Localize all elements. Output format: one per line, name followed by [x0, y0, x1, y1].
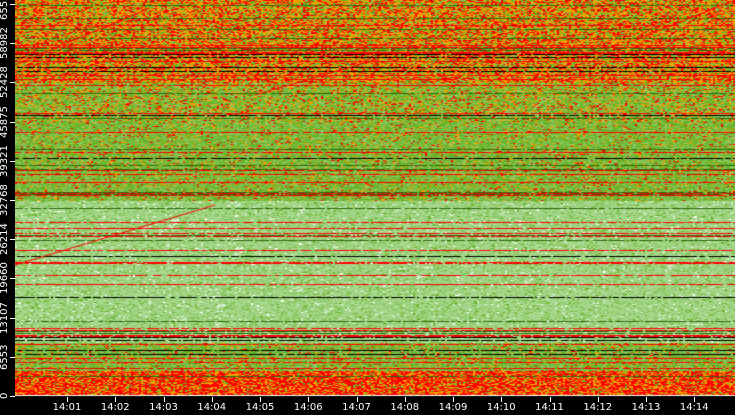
y-tick	[10, 82, 15, 83]
x-tick-label: 14:07	[342, 402, 371, 413]
y-tick-label: 39321	[0, 145, 10, 177]
x-tick-label: 14:01	[52, 402, 82, 413]
y-tick-label: 58982	[0, 27, 10, 59]
x-tick-label: 14:06	[293, 402, 323, 413]
x-tick-label: 14:13	[631, 402, 661, 413]
y-tick-label: 19660	[0, 262, 10, 294]
y-tick-label: 6553	[0, 344, 10, 370]
y-tick-label: 45875	[0, 106, 10, 138]
y-tick-label: 52428	[0, 66, 10, 98]
y-tick-label: 0	[0, 392, 10, 400]
y-tick-label: 13107	[0, 302, 10, 334]
x-tick-label: 14:05	[245, 402, 275, 413]
y-tick	[10, 396, 15, 397]
x-tick-label: 14:10	[486, 402, 516, 413]
heatmap-plot-area	[15, 0, 735, 397]
y-tick-label: 32768	[0, 184, 10, 216]
y-tick	[10, 43, 15, 44]
x-tick-label: 14:04	[197, 402, 227, 413]
x-tick-label: 14:11	[535, 402, 564, 413]
y-tick-label: 65536	[0, 0, 10, 20]
y-tick	[10, 357, 15, 358]
y-tick	[10, 122, 15, 123]
x-tick-label: 14:03	[149, 402, 178, 413]
y-tick	[10, 239, 15, 240]
y-tick	[10, 161, 15, 162]
y-tick	[10, 4, 15, 5]
y-tick	[10, 278, 15, 279]
y-tick-label: 26214	[0, 223, 10, 255]
x-tick-label: 14:14	[679, 402, 709, 413]
x-tick-label: 14:12	[583, 402, 613, 413]
y-tick	[10, 318, 15, 319]
x-tick-label: 14:09	[438, 402, 468, 413]
y-tick	[10, 200, 15, 201]
x-tick-label: 14:02	[100, 402, 130, 413]
x-tick-label: 14:08	[390, 402, 420, 413]
